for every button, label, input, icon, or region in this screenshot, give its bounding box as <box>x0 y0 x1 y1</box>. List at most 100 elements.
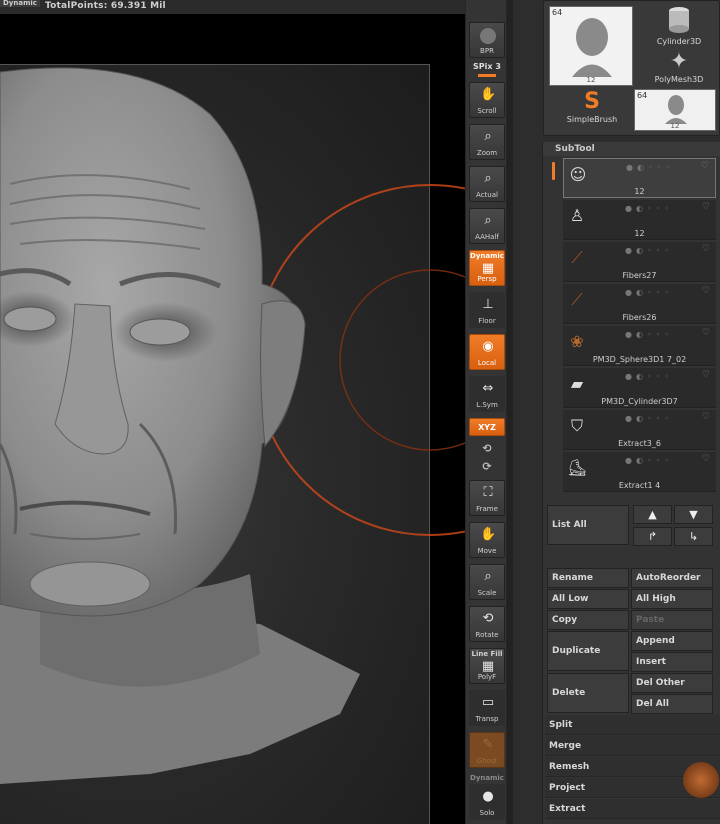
actual-label: Actual <box>476 191 498 199</box>
eye-icon[interactable]: ♡ <box>702 286 710 296</box>
eye-icon[interactable]: ♡ <box>702 370 710 380</box>
bpr-sphere-icon <box>480 28 496 44</box>
all-high-button[interactable]: All High <box>631 589 713 609</box>
subtool-row[interactable]: ⟋ ●◐◦◦◦ ♡ Fibers27 <box>563 242 716 282</box>
scale-label: Scale <box>477 589 497 597</box>
gizmo-inner-ring <box>339 269 465 451</box>
viewport[interactable] <box>0 14 465 824</box>
tool-subtool-count: 12 <box>586 76 596 84</box>
subtool-row[interactable]: ▰ ●◐◦◦◦ ♡ PM3D_Cylinder3D7 <box>563 368 716 408</box>
simplebrush-s-icon: S <box>584 89 600 114</box>
merge-section[interactable]: Merge <box>545 736 720 756</box>
move-up-arrow-icon[interactable]: ▲ <box>633 505 672 524</box>
magnifier-icon: ⌕ <box>484 129 492 144</box>
subtool-row[interactable]: ☺ ●◐◦◦◦ ♡ 12 <box>563 158 716 198</box>
secondary-tool-thumbnail[interactable]: 64 12 <box>634 89 716 131</box>
subtool-visibility-icons[interactable]: ●◐◦◦◦ <box>625 456 673 465</box>
solo-dynamic-label: Dynamic <box>470 774 504 782</box>
subtool-visibility-icons[interactable]: ●◐◦◦◦ <box>625 372 673 381</box>
insert-button[interactable]: Insert <box>631 652 713 672</box>
duplicate-button[interactable]: Duplicate <box>547 631 629 671</box>
transp-button[interactable]: ▭ Transp <box>469 690 505 726</box>
spix-slider[interactable]: SPix 3 <box>469 62 505 71</box>
current-tool-thumbnail[interactable]: 64 12 <box>549 6 633 86</box>
list-all-button[interactable]: List All <box>547 505 629 545</box>
subtool-row[interactable]: ⟋ ●◐◦◦◦ ♡ Fibers26 <box>563 284 716 324</box>
all-low-button[interactable]: All Low <box>547 589 629 609</box>
move-down-right-arrow-icon[interactable]: ↳ <box>674 527 713 546</box>
eye-icon[interactable]: ♡ <box>701 161 709 171</box>
right-shelf: BPR SPix 3 ✋ Scroll ⌕ Zoom ⌕ Actual ⌕ AA… <box>465 0 507 824</box>
rotate-y-icon[interactable]: ⟲ <box>469 442 505 455</box>
ghost-label: Ghost <box>476 757 498 765</box>
subtool-row[interactable]: ♙ ●◐◦◦◦ ♡ 12 <box>563 200 716 240</box>
polyf-button[interactable]: Line Fill ▦ PolyF <box>469 648 505 684</box>
shirt-subtool-icon: ⛉ <box>570 416 583 435</box>
autoreorder-button[interactable]: AutoReorder <box>631 568 713 588</box>
del-other-button[interactable]: Del Other <box>631 673 713 693</box>
polymesh-star-icon: ✦ <box>669 49 689 74</box>
magnifier-icon: ⌕ <box>484 213 492 228</box>
eye-icon[interactable]: ♡ <box>702 454 710 464</box>
cylinder-icon <box>669 7 689 33</box>
paste-button[interactable]: Paste <box>631 610 713 630</box>
polymesh3d-tool[interactable]: ✦ PolyMesh3D <box>640 49 718 84</box>
rotate-z-icon[interactable]: ⟳ <box>469 460 505 473</box>
eye-icon[interactable]: ♡ <box>702 244 710 254</box>
subtool-row[interactable]: ⛸ ●◐◦◦◦ ♡ Extract1 4 <box>563 452 716 492</box>
rotate-button[interactable]: ⟲ Rotate <box>469 606 505 642</box>
subtool-row[interactable]: ❀ ●◐◦◦◦ ♡ PM3D_Sphere3D1 7_02 <box>563 326 716 366</box>
subtool-visibility-icons[interactable]: ●◐◦◦◦ <box>625 288 673 297</box>
frame-button[interactable]: ⛶ Frame <box>469 480 505 516</box>
lsym-button[interactable]: ⇔ L.Sym <box>469 376 505 412</box>
eye-icon[interactable]: ♡ <box>702 328 710 338</box>
sculpt-bust-render[interactable] <box>0 14 465 824</box>
subtool-header[interactable]: SubTool <box>543 142 720 156</box>
subtool-scroll-indicator[interactable] <box>552 162 555 180</box>
zoom-button[interactable]: ⌕ Zoom <box>469 124 505 160</box>
solo-label: Solo <box>479 809 495 817</box>
bpr-button[interactable]: BPR <box>469 22 505 58</box>
polyf-label: PolyF <box>477 673 497 681</box>
ghost-button[interactable]: ✎ Ghost <box>469 732 505 768</box>
subtool-visibility-icons[interactable]: ●◐◦◦◦ <box>625 414 673 423</box>
del-all-button[interactable]: Del All <box>631 694 713 714</box>
subtool-visibility-icons[interactable]: ●◐◦◦◦ <box>626 163 674 172</box>
tray-divider[interactable] <box>507 0 513 824</box>
move-button[interactable]: ✋ Move <box>469 522 505 558</box>
zoom-label: Zoom <box>476 149 498 157</box>
subtool-row[interactable]: ⛉ ●◐◦◦◦ ♡ Extract3_6 <box>563 410 716 450</box>
append-button[interactable]: Append <box>631 631 713 651</box>
eye-icon[interactable]: ♡ <box>702 412 710 422</box>
copy-button[interactable]: Copy <box>547 610 629 630</box>
move-up-right-arrow-icon[interactable]: ↱ <box>633 527 672 546</box>
subtool-list: ☺ ●◐◦◦◦ ♡ 12 ♙ ●◐◦◦◦ ♡ 12 ⟋ ●◐◦◦◦ ♡ Fibe… <box>563 158 718 638</box>
simplebrush-tool[interactable]: S SimpleBrush <box>552 89 632 124</box>
fibers-subtool-icon: ⟋ <box>571 248 583 267</box>
subtool-visibility-icons[interactable]: ●◐◦◦◦ <box>625 330 673 339</box>
cylinder3d-tool[interactable]: Cylinder3D <box>640 5 718 46</box>
floor-label: Floor <box>478 317 496 325</box>
rename-button[interactable]: Rename <box>547 568 629 588</box>
subtool-visibility-icons[interactable]: ●◐◦◦◦ <box>625 204 673 213</box>
xyz-button[interactable]: XYZ <box>469 418 505 436</box>
local-button[interactable]: ◉ Local <box>469 334 505 370</box>
delete-button[interactable]: Delete <box>547 673 629 713</box>
actual-button[interactable]: ⌕ Actual <box>469 166 505 202</box>
persp-button[interactable]: Dynamic ▦ Persp <box>469 250 505 286</box>
eye-icon[interactable]: ♡ <box>702 202 710 212</box>
scroll-button[interactable]: ✋ Scroll <box>469 82 505 118</box>
subtool-visibility-icons[interactable]: ●◐◦◦◦ <box>625 246 673 255</box>
solo-spheres-icon: ● <box>482 789 494 804</box>
floor-grid-icon: ⊥ <box>482 297 494 312</box>
split-section[interactable]: Split <box>545 715 720 735</box>
floor-button[interactable]: ⊥ Floor <box>469 292 505 328</box>
aahalf-button[interactable]: ⌕ AAHalf <box>469 208 505 244</box>
head-thumbnail-icon <box>665 95 687 124</box>
magnifier-icon: ⌕ <box>484 569 492 584</box>
move-down-arrow-icon[interactable]: ▼ <box>674 505 713 524</box>
local-pivot-icon: ◉ <box>482 339 494 354</box>
scale-button[interactable]: ⌕ Scale <box>469 564 505 600</box>
solo-button[interactable]: ● Solo <box>469 784 505 820</box>
extract-section[interactable]: Extract <box>545 799 720 819</box>
